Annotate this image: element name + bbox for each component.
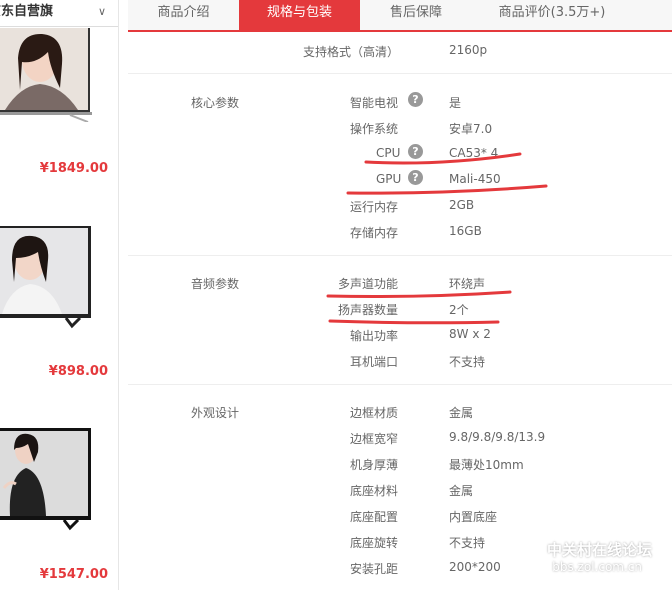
annotation-marks [326, 152, 548, 325]
watermark-title: 中关村在线论坛 [546, 541, 652, 559]
watermark-url: bbs.zol.com.cn [552, 560, 642, 574]
